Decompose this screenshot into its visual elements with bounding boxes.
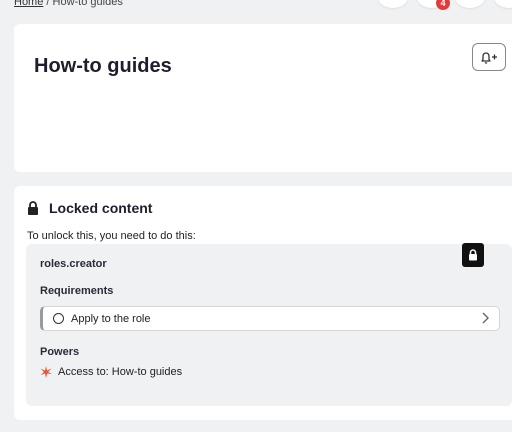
notification-badge: 4: [436, 0, 450, 10]
role-name: roles.creator: [40, 258, 107, 270]
breadcrumb-current: How-to guides: [52, 0, 123, 8]
locked-content-header: Locked content: [27, 200, 152, 216]
unlock-instructions: To unlock this, you need to do this:: [27, 230, 196, 242]
topbar-button-3[interactable]: [455, 0, 485, 8]
powers-heading: Powers: [40, 346, 80, 358]
breadcrumb-separator: /: [43, 0, 53, 8]
chevron-right-icon: [482, 312, 489, 324]
locked-badge: [462, 243, 484, 267]
locked-content-title: Locked content: [49, 200, 153, 216]
requirements-panel: roles.creator Requirements Apply to the …: [26, 244, 512, 406]
sparkle-icon: [40, 366, 52, 378]
subscribe-button[interactable]: [472, 43, 506, 71]
requirement-item[interactable]: Apply to the role: [40, 306, 500, 331]
empty-circle-icon: [53, 313, 64, 324]
lock-icon: [469, 249, 477, 261]
power-label: Access to: How-to guides: [58, 366, 183, 378]
page-header-card: How-to guides: [14, 24, 512, 172]
topbar-button-4[interactable]: [494, 0, 512, 8]
breadcrumb-home-link[interactable]: Home: [14, 0, 43, 8]
topbar-button-1[interactable]: [378, 0, 408, 8]
bell-plus-icon: [481, 52, 497, 64]
requirements-heading: Requirements: [40, 285, 114, 297]
breadcrumb: Home / How-to guides: [14, 0, 123, 8]
power-item: Access to: How-to guides: [40, 366, 182, 378]
locked-content-card: Locked content To unlock this, you need …: [14, 186, 512, 420]
requirement-label: Apply to the role: [71, 312, 151, 325]
page-title: How-to guides: [34, 55, 172, 77]
lock-icon: [28, 201, 38, 215]
